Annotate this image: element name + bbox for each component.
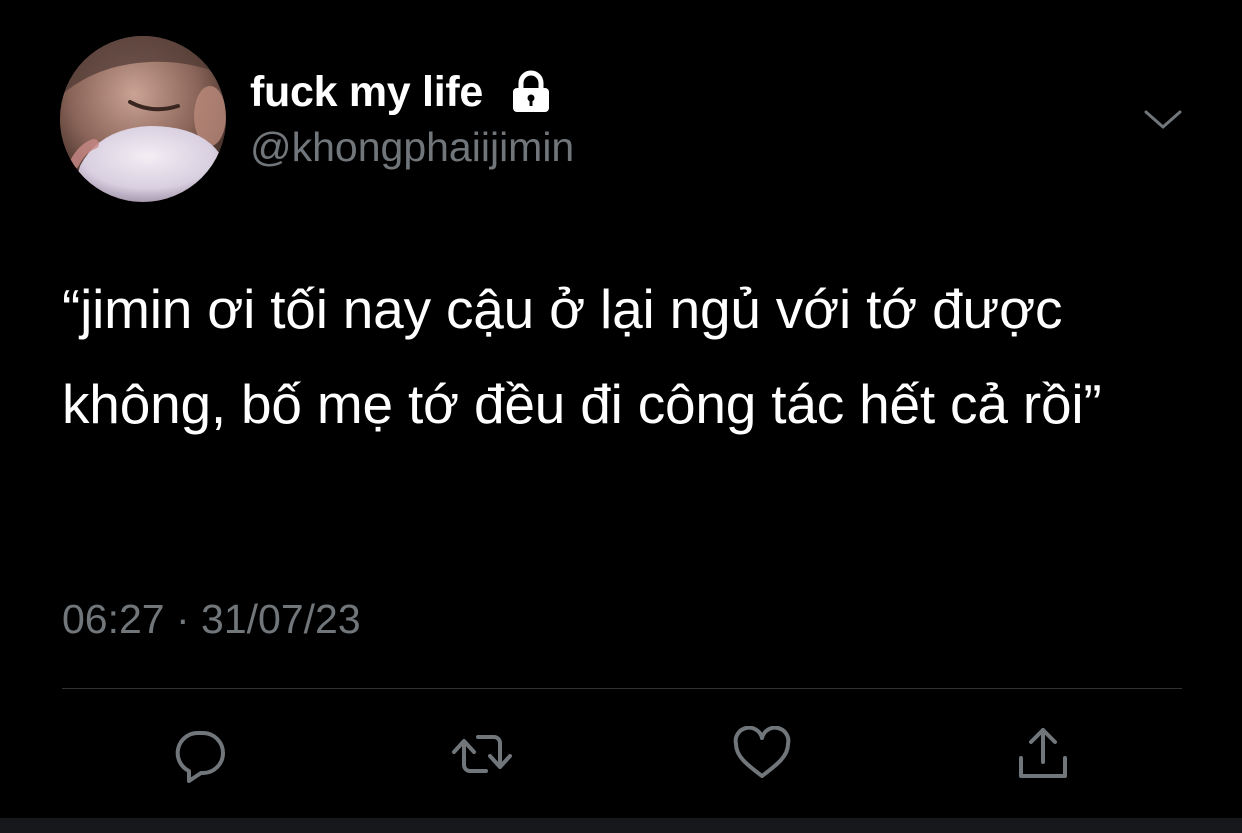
reply-button[interactable] [168, 722, 232, 786]
display-name[interactable]: fuck my life [250, 68, 483, 117]
like-button[interactable] [730, 722, 794, 786]
avatar[interactable] [60, 36, 226, 202]
tweet-card: fuck my life @khongphaiijimin “jimin ơi … [0, 0, 1242, 818]
tweet-timestamp[interactable]: 06:27 · 31/07/23 [62, 596, 361, 643]
reply-icon [175, 731, 225, 783]
bottom-bar [0, 818, 1242, 833]
name-row: fuck my life [250, 64, 553, 120]
divider [62, 688, 1182, 689]
heart-icon [733, 726, 791, 778]
retweet-icon [452, 735, 512, 773]
avatar-image [60, 36, 226, 202]
tweet-text: “jimin ơi tối nay cậu ở lại ngủ với tớ đ… [62, 278, 1102, 435]
lock-icon [509, 70, 553, 114]
chevron-down-icon [1144, 110, 1182, 129]
share-icon [1019, 728, 1067, 778]
retweet-button[interactable] [450, 722, 514, 786]
share-button[interactable] [1011, 722, 1075, 786]
user-handle[interactable]: @khongphaiijimin [250, 124, 574, 171]
more-options-button[interactable] [1140, 100, 1186, 138]
